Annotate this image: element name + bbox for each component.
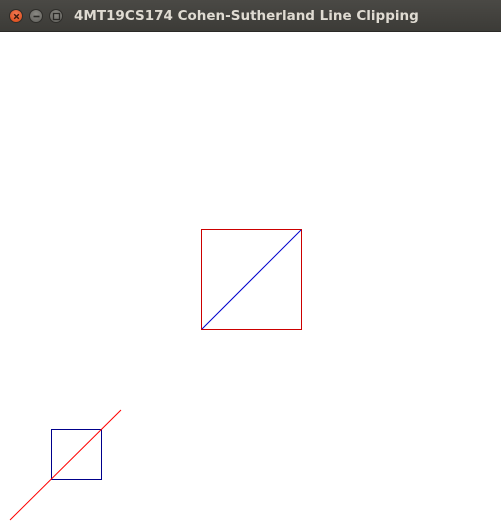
window-title: 4MT19CS174 Cohen-Sutherland Line Clippin… — [74, 8, 419, 24]
maximize-icon — [52, 12, 61, 21]
original-line — [9, 409, 122, 521]
close-icon — [13, 13, 20, 20]
clipping-drawing — [9, 229, 302, 521]
app-window: 4MT19CS174 Cohen-Sutherland Line Clippin… — [0, 0, 501, 529]
maximize-button[interactable] — [49, 9, 63, 23]
drawing-canvas — [0, 32, 501, 529]
close-button[interactable] — [9, 9, 23, 23]
minimize-button[interactable] — [29, 9, 43, 23]
clipped-line — [201, 229, 302, 330]
title-bar[interactable]: 4MT19CS174 Cohen-Sutherland Line Clippin… — [0, 0, 501, 32]
minimize-icon — [33, 15, 40, 18]
